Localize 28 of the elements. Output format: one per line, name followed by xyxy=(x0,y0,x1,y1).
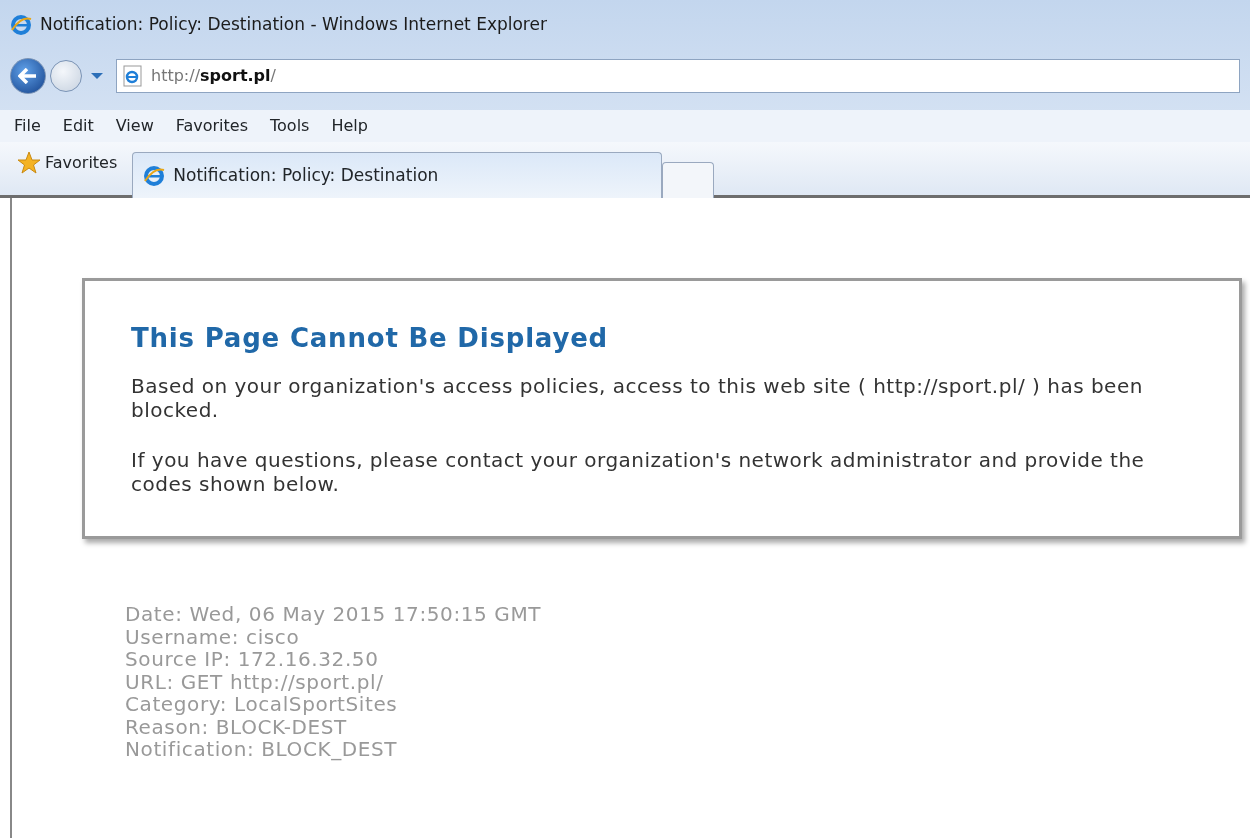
detail-line: Source IP: 172.16.32.50 xyxy=(125,648,380,671)
detail-line: Username: cisco xyxy=(125,625,300,649)
back-arrow-icon xyxy=(18,68,38,84)
menu-item[interactable]: View xyxy=(115,114,154,138)
page-icon xyxy=(143,164,166,187)
menu-item[interactable]: File xyxy=(14,114,41,138)
detail-line: Notification: BLOCK_DEST xyxy=(125,738,399,761)
menu-item[interactable]: Help xyxy=(331,114,368,138)
detail-line: Date: Wed, 06 May 2015 17:50:15 GMT xyxy=(125,603,543,626)
detail-line: URL: GET http://sport.pl/ xyxy=(125,670,385,694)
address-field[interactable]: http://sport.pl/ xyxy=(116,59,1240,93)
new-tab-button[interactable] xyxy=(662,162,715,198)
browser-tab[interactable]: Notification: Policy: Destination xyxy=(132,152,663,198)
menu-item[interactable]: Edit xyxy=(62,114,94,138)
page-heading: This Page Cannot Be Displayed xyxy=(131,323,609,355)
message-paragraph: Based on your organization's access policies, access to this web site ( http://sport.pl/ ) has been blocked. xyxy=(131,374,1144,423)
back-button[interactable] xyxy=(10,58,46,94)
dropdown-icon[interactable] xyxy=(90,71,104,81)
detail-line: Reason: BLOCK-DEST xyxy=(125,715,347,739)
window-title: Notification: Policy: Destination - Windows Internet Explorer xyxy=(40,13,547,37)
star-icon xyxy=(17,151,41,175)
detail-line: Category: LocalSportSites xyxy=(125,693,399,716)
message-paragraph: If you have questions, please contact your organization's network administrator and provide the codes shown below. xyxy=(131,448,1146,497)
menu-item[interactable]: Tools xyxy=(270,114,310,138)
menu-item[interactable]: Favorites xyxy=(175,114,248,138)
browser-logo-icon xyxy=(10,14,32,36)
page-icon xyxy=(123,65,143,87)
favorites-button[interactable]: Favorites xyxy=(12,150,133,176)
